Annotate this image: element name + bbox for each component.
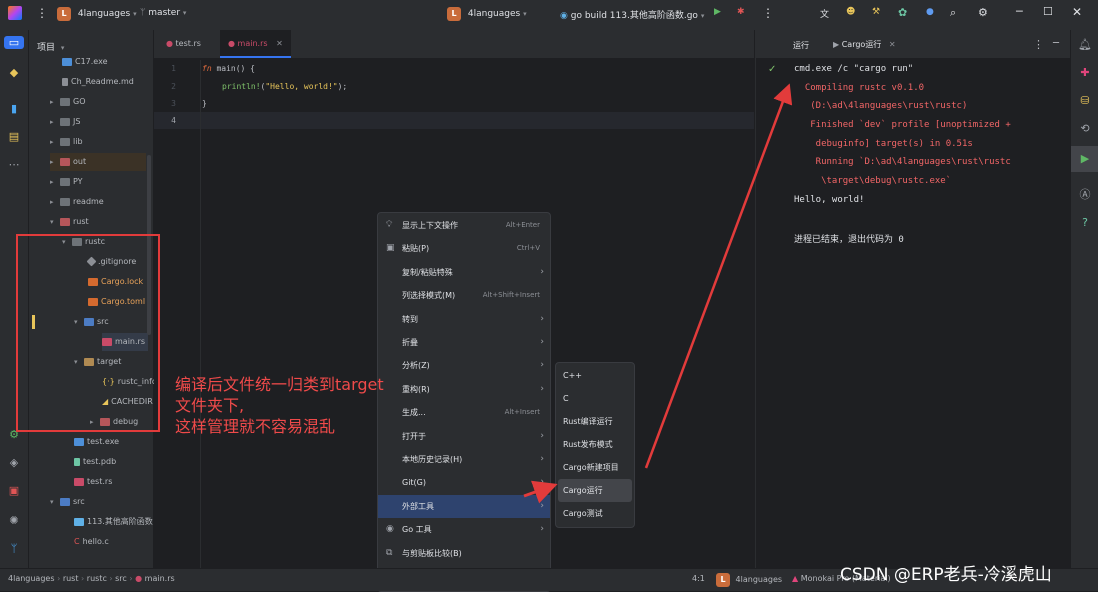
arrow-to-output [644, 83, 793, 469]
arrow-to-cargo-run [523, 480, 558, 504]
annotation-arrows [523, 83, 793, 504]
watermark: CSDN @ERP老兵-冷溪虎山 [840, 565, 1052, 585]
